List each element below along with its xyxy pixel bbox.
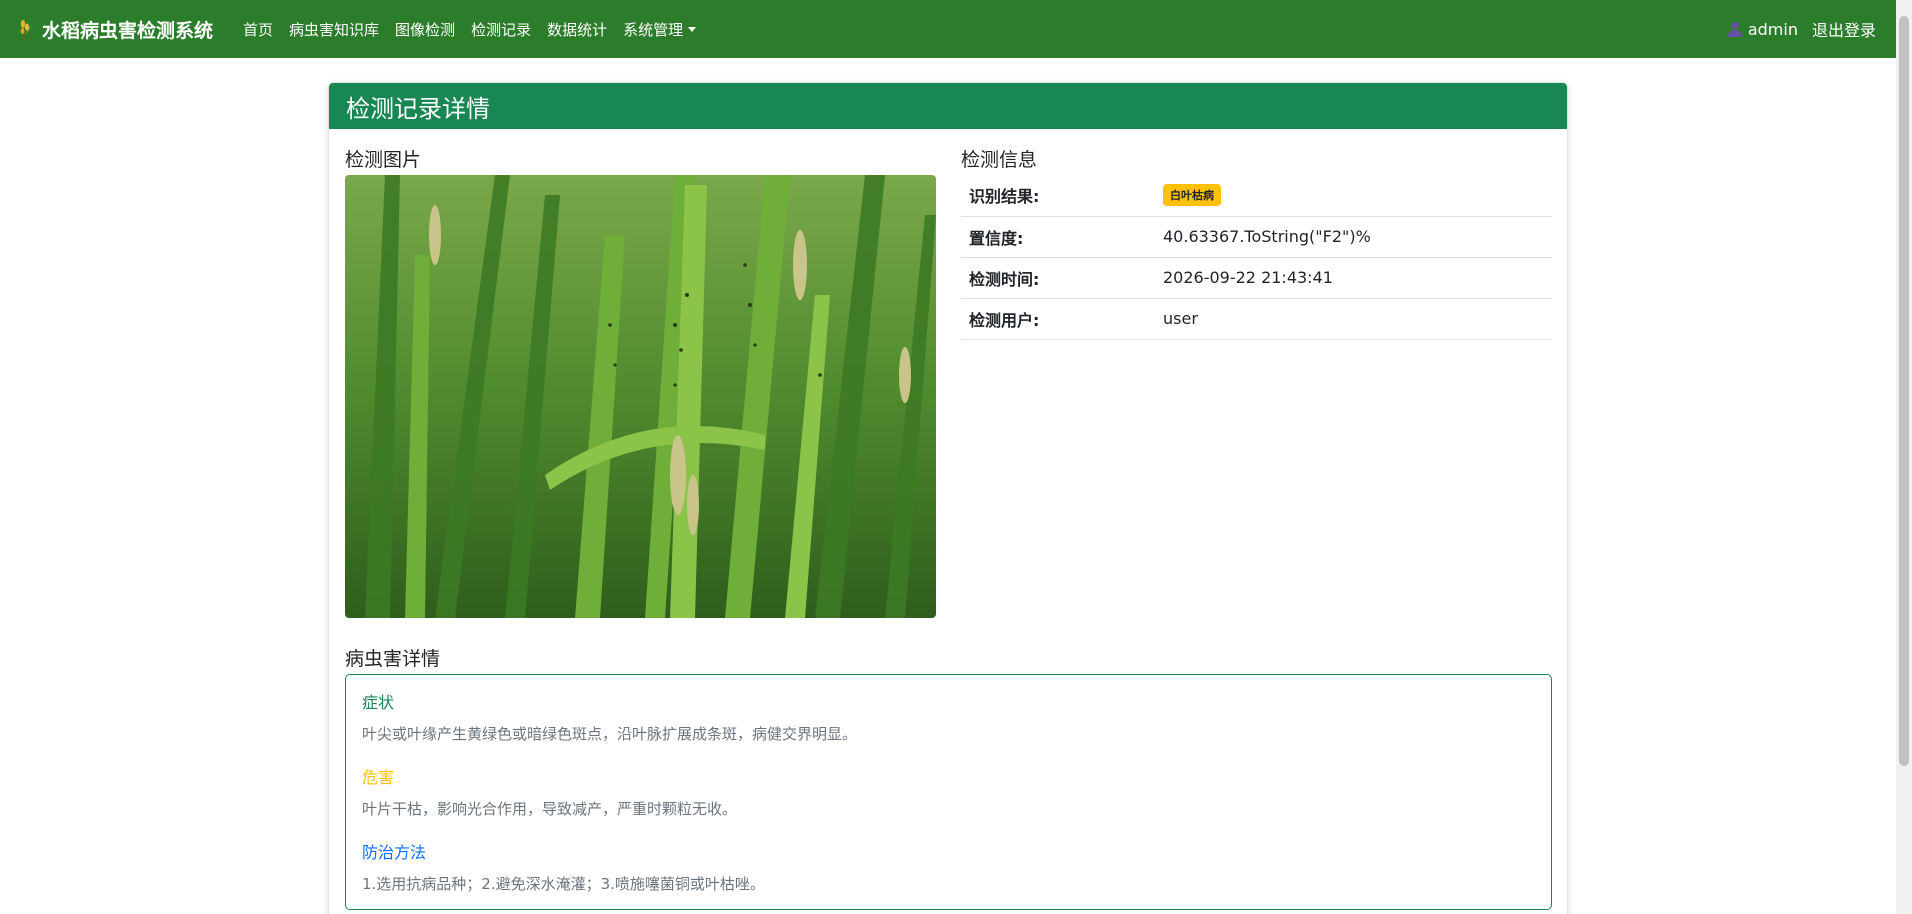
top-navbar: 水稻病虫害检测系统 首页 病虫害知识库 图像检测 检测记录 数据统计 系统管理 … (0, 0, 1896, 58)
control-text: 1.选用抗病品种；2.避免深水淹灌；3.喷施噻菌铜或叶枯唑。 (362, 875, 765, 893)
card-header: 检测记录详情 (329, 83, 1567, 129)
info-label: 置信度: (961, 216, 1155, 258)
dropdown-label: 系统管理 (623, 20, 684, 39)
caret-down-icon (688, 26, 697, 32)
scrollbar-thumb[interactable] (1899, 16, 1909, 766)
info-value: 2026-09-22 21:43:41 (1155, 257, 1552, 299)
info-value: 40.63367.ToString("F2")% (1155, 216, 1552, 258)
info-value: user (1155, 298, 1552, 340)
nav-right: admin 退出登录 (1727, 17, 1876, 41)
username: admin (1747, 19, 1798, 39)
image-section-title: 检测图片 (345, 149, 422, 171)
nav-knowledge-base[interactable]: 病虫害知识库 (281, 19, 387, 40)
brand[interactable]: 水稻病虫害检测系统 (16, 16, 213, 43)
page-scrollbar[interactable] (1896, 0, 1912, 914)
nav-system-management-dropdown[interactable]: 系统管理 (615, 19, 704, 40)
result-badge: 白叶枯病 (1163, 184, 1221, 207)
control-heading: 防治方法 (362, 843, 427, 862)
rice-plant-icon (20, 20, 32, 40)
symptom-heading: 症状 (362, 693, 395, 712)
info-row-user: 检测用户: user (961, 298, 1552, 340)
brand-title: 水稻病虫害检测系统 (42, 19, 214, 42)
logout-link[interactable]: 退出登录 (1812, 17, 1876, 41)
info-section-title: 检测信息 (961, 149, 1038, 171)
detail-section-title: 病虫害详情 (345, 648, 441, 670)
info-label: 检测用户: (961, 298, 1155, 340)
nav-list: 首页 病虫害知识库 图像检测 检测记录 数据统计 系统管理 (235, 19, 704, 40)
detection-image (345, 175, 936, 618)
current-user[interactable]: admin (1727, 19, 1798, 39)
nav-detection-records[interactable]: 检测记录 (463, 19, 539, 40)
card-title: 检测记录详情 (346, 94, 490, 123)
info-label: 检测时间: (961, 257, 1155, 299)
info-row-result: 识别结果: 白叶枯病 (961, 175, 1552, 217)
info-label: 识别结果: (961, 175, 1155, 217)
nav-statistics[interactable]: 数据统计 (539, 19, 615, 40)
symptom-text: 叶尖或叶缘产生黄绿色或暗绿色斑点，沿叶脉扩展成条斑，病健交界明显。 (362, 725, 858, 743)
rice-field-photo (345, 175, 936, 618)
detection-info-table: 识别结果: 白叶枯病 置信度: 40.63367.ToString("F2")%… (961, 175, 1552, 340)
disease-detail-box: 症状 叶尖或叶缘产生黄绿色或暗绿色斑点，沿叶脉扩展成条斑，病健交界明显。 危害 … (345, 674, 1552, 910)
info-row-confidence: 置信度: 40.63367.ToString("F2")% (961, 216, 1552, 258)
nav-home[interactable]: 首页 (235, 19, 281, 40)
nav-image-detection[interactable]: 图像检测 (387, 19, 463, 40)
record-detail-card: 检测记录详情 检测图片 检测信息 识别结果: 白叶枯病 置信度: 40.6336… (328, 82, 1568, 914)
info-value: 白叶枯病 (1155, 175, 1552, 217)
page: 水稻病虫害检测系统 首页 病虫害知识库 图像检测 检测记录 数据统计 系统管理 … (0, 0, 1912, 914)
harm-heading: 危害 (362, 768, 395, 787)
harm-text: 叶片干枯，影响光合作用，导致减产，严重时颗粒无收。 (362, 800, 738, 818)
user-icon (1727, 22, 1742, 37)
info-row-time: 检测时间: 2026-09-22 21:43:41 (961, 257, 1552, 299)
